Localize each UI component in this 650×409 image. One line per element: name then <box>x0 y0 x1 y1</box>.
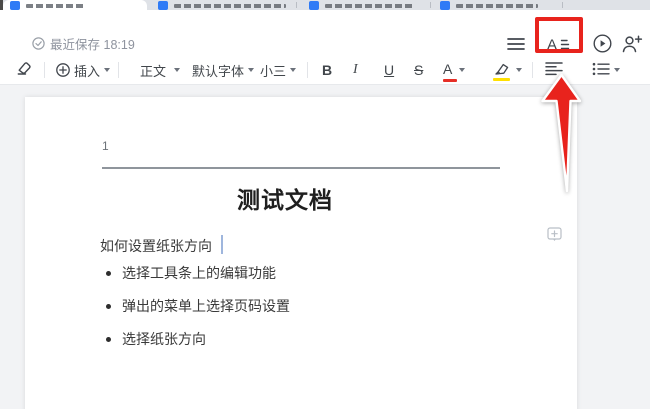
format-toolbar: 插入 正文 默认字体 小三 B I U S A <box>0 55 650 85</box>
italic-button[interactable]: I <box>353 55 358 85</box>
browser-tab[interactable] <box>150 0 295 10</box>
chevron-down-icon <box>104 68 110 72</box>
doc-icon <box>309 1 319 10</box>
doc-icon <box>10 1 20 10</box>
chevron-down-icon <box>614 68 620 72</box>
eraser-icon <box>16 60 33 80</box>
tab-title-clipped <box>26 4 84 8</box>
document-canvas: 1 测试文档 如何设置纸张方向 选择工具条上的编辑功能 弹出的菜单上选择页码设置… <box>0 85 650 409</box>
bullet-list-icon <box>592 62 610 79</box>
chevron-down-icon <box>174 68 180 72</box>
document-title: 测试文档 <box>70 181 500 215</box>
check-circle-icon <box>32 37 45 53</box>
italic-label: I <box>353 62 358 78</box>
hamburger-icon <box>507 37 525 56</box>
doc-icon <box>440 1 450 10</box>
tab-divider <box>430 2 431 8</box>
clear-format-button[interactable] <box>16 55 33 85</box>
browser-tab-strip <box>0 0 650 10</box>
text-cursor <box>221 235 223 254</box>
chevron-down-icon <box>516 68 522 72</box>
text-style-letter: A <box>547 36 557 53</box>
app-header: 最近保存 18:19 A <box>0 10 650 55</box>
font-size-select[interactable]: 小三 <box>260 55 296 85</box>
highlighter-icon <box>493 62 510 76</box>
font-size-value: 小三 <box>260 61 286 80</box>
present-button[interactable] <box>591 35 613 57</box>
paragraph-style-select[interactable]: 正文 <box>140 55 180 85</box>
tab-title-clipped <box>456 4 538 8</box>
menu-button[interactable] <box>505 35 527 57</box>
insert-button[interactable]: 插入 <box>56 55 110 85</box>
browser-tab[interactable] <box>433 0 559 10</box>
save-status: 最近保存 18:19 <box>32 34 135 56</box>
bold-button[interactable]: B <box>322 55 332 85</box>
tab-title-clipped <box>174 4 286 8</box>
bold-label: B <box>322 62 332 78</box>
bullet-text: 选择纸张方向 <box>122 329 206 349</box>
font-color-button[interactable]: A <box>443 55 465 85</box>
align-left-icon <box>545 61 563 79</box>
bullet-text: 选择工具条上的编辑功能 <box>122 263 276 283</box>
chevron-down-icon <box>248 68 254 72</box>
strikethrough-button[interactable]: S <box>414 55 423 85</box>
app-window: 最近保存 18:19 A <box>0 0 650 409</box>
page-number: 1 <box>102 139 109 153</box>
font-color-bar <box>443 79 457 82</box>
bullet-item[interactable]: 选择纸张方向 <box>106 329 206 349</box>
paragraph-text[interactable]: 如何设置纸张方向 <box>100 236 212 256</box>
highlight-button[interactable] <box>493 55 522 85</box>
underline-label: U <box>384 62 394 78</box>
paragraph-style-value: 正文 <box>140 61 166 80</box>
font-color-letter: A <box>443 61 452 77</box>
align-button[interactable] <box>545 55 563 85</box>
font-family-select[interactable]: 默认字体 <box>192 55 254 85</box>
bullet-dot <box>106 304 111 309</box>
bullet-item[interactable]: 弹出的菜单上选择页码设置 <box>106 296 290 316</box>
chevron-down-icon <box>459 68 465 72</box>
save-status-text: 最近保存 18:19 <box>50 34 135 56</box>
strikethrough-label: S <box>414 62 423 78</box>
bullet-dot <box>106 337 111 342</box>
browser-tab-active[interactable] <box>3 0 147 10</box>
underline-button[interactable]: U <box>384 55 394 85</box>
tab-divider <box>562 2 563 8</box>
tab-divider <box>296 2 297 8</box>
text-style-button[interactable]: A <box>547 35 569 57</box>
circle-plus-icon <box>56 63 70 77</box>
font-family-value: 默认字体 <box>192 61 244 80</box>
header-rule <box>102 167 500 169</box>
share-button[interactable] <box>621 35 643 57</box>
bullet-dot <box>106 271 111 276</box>
browser-tab[interactable] <box>300 0 428 10</box>
chevron-down-icon <box>290 68 296 72</box>
bullet-text: 弹出的菜单上选择页码设置 <box>122 296 290 316</box>
bullet-item[interactable]: 选择工具条上的编辑功能 <box>106 263 276 283</box>
insert-label: 插入 <box>74 61 100 80</box>
document-page[interactable]: 1 测试文档 如何设置纸张方向 选择工具条上的编辑功能 弹出的菜单上选择页码设置… <box>25 97 577 409</box>
list-button[interactable] <box>592 55 620 85</box>
highlight-color-bar <box>493 78 510 81</box>
doc-icon <box>158 1 168 10</box>
tab-title-clipped <box>325 4 413 8</box>
add-comment-icon[interactable] <box>547 227 562 247</box>
